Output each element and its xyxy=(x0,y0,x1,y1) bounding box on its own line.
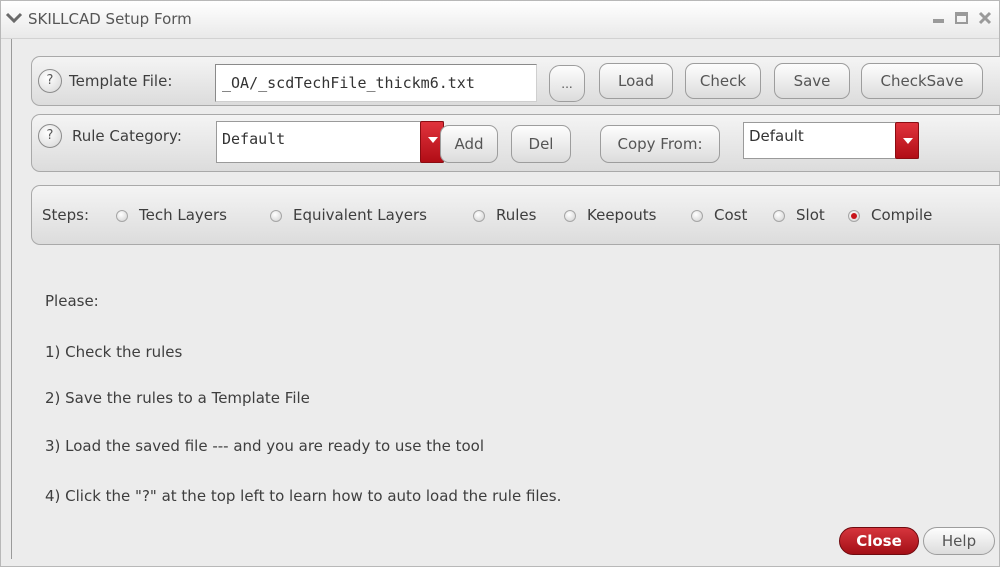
instruction-line: 2) Save the rules to a Template File xyxy=(45,389,310,407)
step-keepouts-label[interactable]: Keepouts xyxy=(587,206,656,224)
browse-button[interactable]: ... xyxy=(549,65,585,102)
minimize-icon[interactable] xyxy=(931,10,947,26)
radio-slot[interactable] xyxy=(773,210,785,222)
close-icon[interactable] xyxy=(977,10,993,26)
left-border xyxy=(11,39,12,559)
rule-category-value: Default xyxy=(222,130,286,148)
check-button[interactable]: Check xyxy=(685,63,761,99)
close-button[interactable]: Close xyxy=(839,527,919,555)
template-help-button[interactable]: ? xyxy=(38,69,62,93)
instruction-line: 1) Check the rules xyxy=(45,343,183,361)
chevron-down-icon[interactable] xyxy=(5,9,23,27)
window-title: SKILLCAD Setup Form xyxy=(28,10,192,28)
rule-category-row: ? Rule Category: Default Add Del Copy Fr… xyxy=(31,114,1000,172)
setup-form-window: SKILLCAD Setup Form ? Template File: _OA… xyxy=(0,0,1000,567)
instructions-heading: Please: xyxy=(45,292,99,310)
radio-equivalent-layers[interactable] xyxy=(270,210,282,222)
load-button[interactable]: Load xyxy=(599,63,673,99)
copy-from-button[interactable]: Copy From: xyxy=(600,125,720,163)
rule-category-select[interactable]: Default xyxy=(216,121,444,163)
rule-help-button[interactable]: ? xyxy=(38,124,62,148)
template-file-row: ? Template File: _OA/_scdTechFile_thickm… xyxy=(31,56,1000,106)
radio-compile[interactable] xyxy=(848,210,860,222)
steps-label: Steps: xyxy=(42,206,90,224)
step-compile-label[interactable]: Compile xyxy=(871,206,932,224)
copy-from-value: Default xyxy=(749,127,804,145)
delete-button[interactable]: Del xyxy=(511,125,571,163)
step-equivalent-layers-label[interactable]: Equivalent Layers xyxy=(293,206,427,224)
copy-from-select[interactable]: Default xyxy=(743,122,919,159)
radio-tech-layers[interactable] xyxy=(116,210,128,222)
step-slot-label[interactable]: Slot xyxy=(796,206,825,224)
instruction-line: 3) Load the saved file --- and you are r… xyxy=(45,437,485,455)
help-button[interactable]: Help xyxy=(923,527,995,555)
save-button[interactable]: Save xyxy=(774,63,850,99)
radio-rules[interactable] xyxy=(473,210,485,222)
radio-cost[interactable] xyxy=(691,210,703,222)
template-file-label: Template File: xyxy=(69,72,173,90)
instruction-line: 4) Click the "?" at the top left to lear… xyxy=(45,487,562,505)
step-cost-label[interactable]: Cost xyxy=(714,206,747,224)
step-rules-label[interactable]: Rules xyxy=(496,206,536,224)
rule-category-label: Rule Category: xyxy=(72,127,182,145)
step-tech-layers-label[interactable]: Tech Layers xyxy=(139,206,227,224)
checksave-button[interactable]: CheckSave xyxy=(861,63,983,99)
dropdown-arrow-icon[interactable] xyxy=(895,122,919,159)
add-button[interactable]: Add xyxy=(440,125,498,163)
template-file-input[interactable]: _OA/_scdTechFile_thickm6.txt xyxy=(215,64,537,102)
radio-keepouts[interactable] xyxy=(564,210,576,222)
steps-row: Steps: Tech Layers Equivalent Layers Rul… xyxy=(31,185,1000,245)
maximize-icon[interactable] xyxy=(954,10,970,26)
title-bar[interactable]: SKILLCAD Setup Form xyxy=(1,1,999,39)
